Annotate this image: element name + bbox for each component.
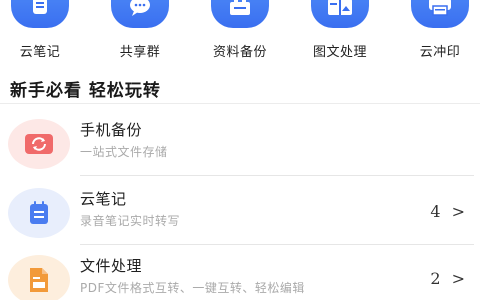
guide-item-title: 云笔记 xyxy=(80,190,127,208)
guide-item-count: 4 > xyxy=(430,202,468,221)
section-title: 新手必看 轻松玩转 xyxy=(10,81,161,101)
guide-item-title: 手机备份 xyxy=(80,121,143,139)
guide-item-subtitle: 录音笔记实时转写 xyxy=(80,214,181,228)
quick-action-label: 资料备份 xyxy=(212,45,267,60)
guide-item-file-process[interactable]: 文件处理 PDF文件格式互转、一键互转、轻松编辑 2 > xyxy=(0,251,480,300)
quick-action-data-backup[interactable]: 资料备份 xyxy=(200,0,280,60)
section-divider xyxy=(0,103,480,104)
phone-backup-icon xyxy=(8,119,70,169)
quick-action-label: 图文处理 xyxy=(312,45,367,60)
app-page: 云笔记 共享群 资料备份 图文处理 云冲印 新手必看 轻松玩转 手机备份 一站式… xyxy=(0,0,480,300)
quick-action-label: 共享群 xyxy=(119,45,161,60)
quick-action-cloud-note[interactable]: 云笔记 xyxy=(0,0,80,60)
quick-action-share-group[interactable]: 共享群 xyxy=(100,0,180,60)
backup-icon xyxy=(211,0,269,28)
quick-actions-row: 云笔记 共享群 资料备份 图文处理 云冲印 xyxy=(0,0,480,60)
guide-item-title: 文件处理 xyxy=(80,257,143,275)
quick-action-label: 云冲印 xyxy=(419,45,461,60)
guide-item-subtitle: PDF文件格式互转、一键互转、轻松编辑 xyxy=(80,281,305,295)
list-divider xyxy=(80,244,474,245)
cloud-note-icon xyxy=(8,188,70,238)
image-text-icon xyxy=(311,0,369,28)
quick-action-cloud-print[interactable]: 云冲印 xyxy=(400,0,480,60)
note-icon xyxy=(11,0,69,28)
list-divider xyxy=(80,175,474,176)
guide-item-count: 2 > xyxy=(430,269,468,288)
guide-item-phone-backup[interactable]: 手机备份 一站式文件存储 xyxy=(0,115,480,179)
printer-icon xyxy=(411,0,469,28)
file-process-icon xyxy=(8,255,70,300)
quick-action-label: 云笔记 xyxy=(19,45,61,60)
guide-item-subtitle: 一站式文件存储 xyxy=(80,145,168,159)
chat-bubble-icon xyxy=(111,0,169,28)
guide-item-cloud-note[interactable]: 云笔记 录音笔记实时转写 4 > xyxy=(0,184,480,248)
quick-action-image-text[interactable]: 图文处理 xyxy=(300,0,380,60)
